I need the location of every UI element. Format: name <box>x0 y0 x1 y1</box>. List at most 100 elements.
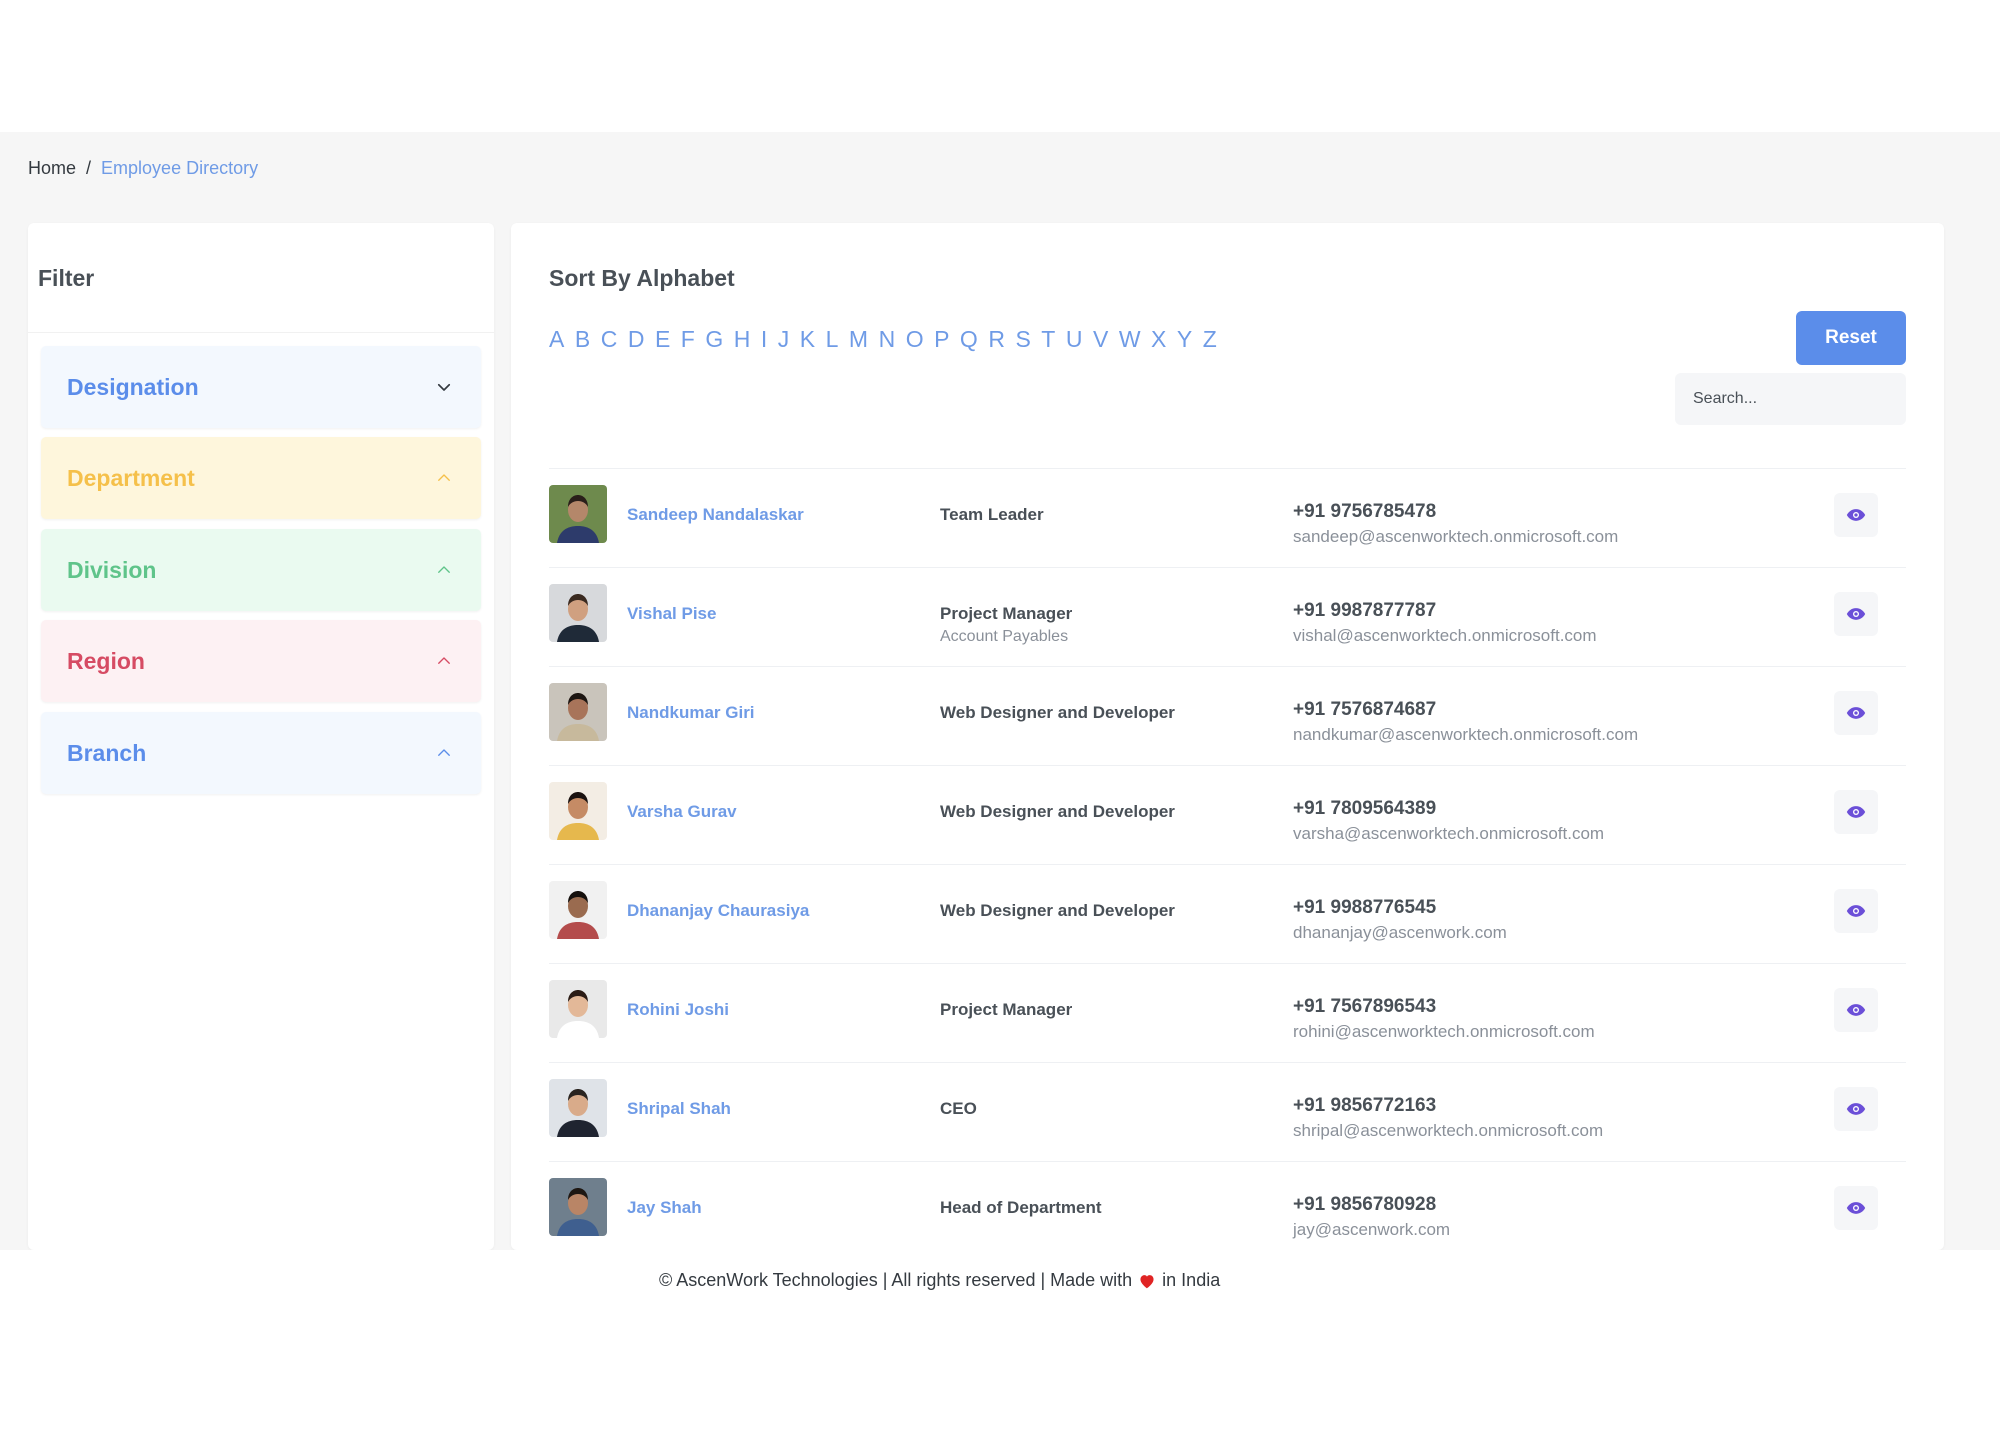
reset-button[interactable]: Reset <box>1796 311 1906 365</box>
alphabet-letter-k[interactable]: K <box>800 326 815 353</box>
alphabet-letter-s[interactable]: S <box>1015 326 1030 353</box>
filter-region-accordion[interactable]: Region <box>41 620 481 702</box>
eye-icon <box>1846 1102 1866 1116</box>
view-employee-button[interactable] <box>1834 493 1878 537</box>
filter-branch-accordion[interactable]: Branch <box>41 712 481 794</box>
alphabet-letter-q[interactable]: Q <box>960 326 978 353</box>
avatar <box>549 1178 607 1236</box>
employee-row: Vishal Pise Project Manager Account Payabl… <box>549 568 1906 667</box>
eye-icon <box>1846 1201 1866 1215</box>
alphabet-letter-l[interactable]: L <box>826 326 839 353</box>
alphabet-letter-c[interactable]: C <box>601 326 618 353</box>
avatar <box>549 782 607 840</box>
alphabet-letter-j[interactable]: J <box>778 326 790 353</box>
employee-email: varsha@ascenworktech.onmicrosoft.com <box>1293 824 1605 843</box>
employee-email: rohini@ascenworktech.onmicrosoft.com <box>1293 1022 1595 1041</box>
alphabet-letter-h[interactable]: H <box>734 326 751 353</box>
search-input[interactable] <box>1675 373 1906 425</box>
employee-designation: Head of Department <box>940 1198 1102 1217</box>
chevron-up-icon <box>433 742 455 764</box>
alphabet-letter-f[interactable]: F <box>681 326 695 353</box>
filter-region-label: Region <box>67 647 145 674</box>
view-employee-button[interactable] <box>1834 691 1878 735</box>
alphabet-letter-o[interactable]: O <box>906 326 924 353</box>
employee-designation: Web Designer and Developer <box>940 802 1175 821</box>
alphabet-letter-x[interactable]: X <box>1151 326 1166 353</box>
alphabet-letter-i[interactable]: I <box>761 326 767 353</box>
employee-phone: +91 9987877787 <box>1293 600 1437 621</box>
eye-icon <box>1846 508 1866 522</box>
alphabet-letter-b[interactable]: B <box>575 326 590 353</box>
eye-icon <box>1846 706 1866 720</box>
alphabet-letter-p[interactable]: P <box>934 326 949 353</box>
alphabet-letter-r[interactable]: R <box>988 326 1005 353</box>
alphabet-letter-z[interactable]: Z <box>1203 326 1217 353</box>
alphabet-letter-v[interactable]: V <box>1093 326 1108 353</box>
alphabet-letter-e[interactable]: E <box>655 326 670 353</box>
employee-name-link[interactable]: Vishal Pise <box>627 604 716 624</box>
employee-row: Sandeep Nandalaskar Team Leader +91 975678… <box>549 469 1906 568</box>
chevron-up-icon <box>433 559 455 581</box>
alphabet-letter-u[interactable]: U <box>1066 326 1083 353</box>
alphabet-filter: ABCDEFGHIJKLMNOPQRSTUVWXYZ <box>549 326 1227 353</box>
employee-name-link[interactable]: Varsha Gurav <box>627 802 737 822</box>
view-employee-button[interactable] <box>1834 1186 1878 1230</box>
alphabet-letter-y[interactable]: Y <box>1177 326 1192 353</box>
alphabet-letter-w[interactable]: W <box>1119 326 1141 353</box>
employee-email: jay@ascenwork.com <box>1293 1220 1451 1239</box>
employee-name-link[interactable]: Jay Shah <box>627 1198 702 1218</box>
avatar <box>549 485 607 543</box>
filter-title: Filter <box>38 265 95 291</box>
breadcrumb-separator: / <box>86 158 92 178</box>
employee-name-link[interactable]: Nandkumar Giri <box>627 703 755 723</box>
alphabet-letter-g[interactable]: G <box>705 326 723 353</box>
employee-phone: +91 9988776545 <box>1293 897 1437 918</box>
alphabet-letter-d[interactable]: D <box>628 326 645 353</box>
employee-row: Nandkumar Giri Web Designer and Developer… <box>549 667 1906 766</box>
view-employee-button[interactable] <box>1834 790 1878 834</box>
employee-phone: +91 7567896543 <box>1293 996 1437 1017</box>
filter-divider <box>28 332 494 333</box>
employee-name-link[interactable]: Rohini Joshi <box>627 1000 729 1020</box>
employee-phone: +91 9856772163 <box>1293 1095 1437 1116</box>
employee-phone: +91 7809564389 <box>1293 798 1437 819</box>
avatar <box>549 980 607 1038</box>
avatar <box>549 683 607 741</box>
breadcrumb: Home / Employee Directory <box>28 158 258 179</box>
heart-icon <box>1138 1273 1156 1289</box>
filter-division-label: Division <box>67 556 157 583</box>
alphabet-letter-a[interactable]: A <box>549 326 564 353</box>
view-employee-button[interactable] <box>1834 889 1878 933</box>
employee-email: nandkumar@ascenworktech.onmicrosoft.com <box>1293 725 1639 744</box>
employee-email: shripal@ascenworktech.onmicrosoft.com <box>1293 1121 1604 1140</box>
employee-phone: +91 9756785478 <box>1293 501 1437 522</box>
employee-name-link[interactable]: Sandeep Nandalaskar <box>627 505 804 525</box>
chevron-up-icon <box>433 650 455 672</box>
employee-designation: Web Designer and Developer <box>940 703 1175 722</box>
employee-row: Rohini Joshi Project Manager +91 756789654… <box>549 964 1906 1063</box>
footer-text-before: © AscenWork Technologies | All rights re… <box>659 1270 1133 1290</box>
employee-name-link[interactable]: Dhananjay Chaurasiya <box>627 901 809 921</box>
employee-email: dhananjay@ascenwork.com <box>1293 923 1507 942</box>
view-employee-button[interactable] <box>1834 592 1878 636</box>
breadcrumb-home-link[interactable]: Home <box>28 158 76 179</box>
view-employee-button[interactable] <box>1834 1087 1878 1131</box>
alphabet-letter-n[interactable]: N <box>879 326 896 353</box>
view-employee-button[interactable] <box>1834 988 1878 1032</box>
filter-designation-accordion[interactable]: Designation <box>41 346 481 428</box>
alphabet-letter-m[interactable]: M <box>849 326 868 353</box>
employee-name-link[interactable]: Shripal Shah <box>627 1099 731 1119</box>
employee-designation: Web Designer and Developer <box>940 901 1175 920</box>
employee-department: Account Payables <box>940 628 1069 645</box>
alphabet-letter-t[interactable]: T <box>1041 326 1055 353</box>
filter-department-accordion[interactable]: Department <box>41 437 481 519</box>
employee-designation: Team Leader <box>940 505 1044 524</box>
employee-row: Dhananjay Chaurasiya Web Designer and Dev… <box>549 865 1906 964</box>
sort-title: Sort By Alphabet <box>549 265 735 291</box>
chevron-down-icon <box>433 376 455 398</box>
employee-designation: Project Manager <box>940 1000 1073 1019</box>
eye-icon <box>1846 805 1866 819</box>
eye-icon <box>1846 1003 1866 1017</box>
filter-division-accordion[interactable]: Division <box>41 529 481 611</box>
filter-department-label: Department <box>67 464 195 491</box>
